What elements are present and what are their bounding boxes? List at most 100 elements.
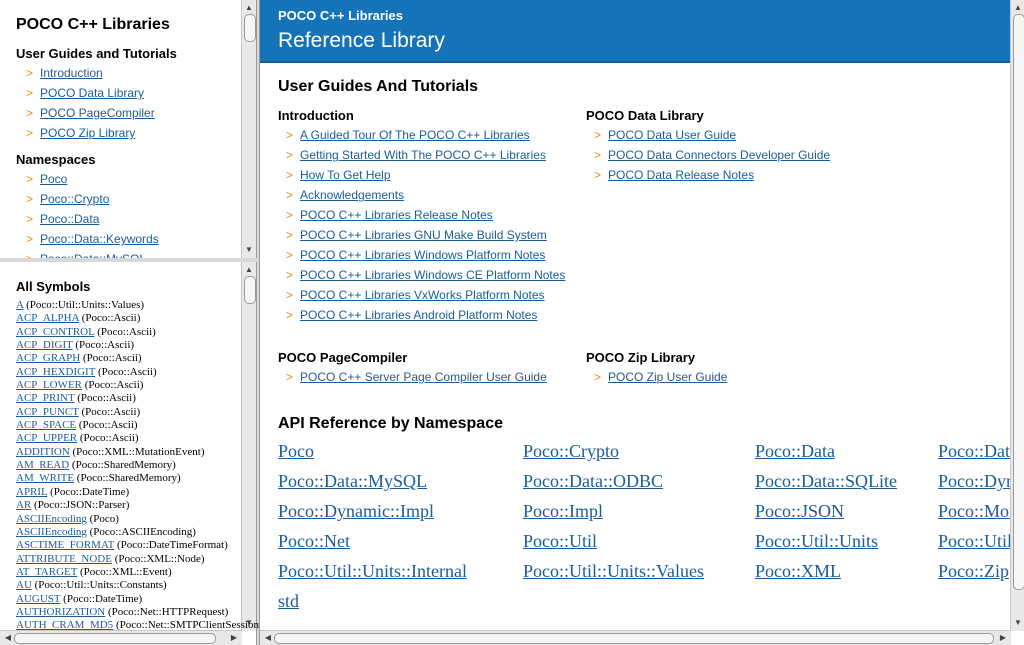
guide-link[interactable]: Introduction — [40, 66, 103, 80]
namespace-link[interactable]: std — [278, 591, 299, 612]
namespace-link[interactable]: Poco::Data — [755, 441, 835, 462]
data-doc-link[interactable]: POCO Data Release Notes — [608, 168, 754, 182]
guide-link[interactable]: POCO PageCompiler — [40, 106, 155, 120]
namespace-link[interactable]: Poco — [40, 172, 67, 186]
symbol-link[interactable]: A — [16, 299, 23, 311]
symbol-link[interactable]: AUTHORIZATION — [16, 606, 105, 618]
namespace-link[interactable]: Poco::JSON — [755, 501, 844, 522]
namespace-link[interactable]: Poco — [278, 441, 314, 462]
zip-doc-link[interactable]: POCO Zip User Guide — [608, 370, 727, 384]
data-doc-link[interactable]: POCO Data Connectors Developer Guide — [608, 148, 830, 162]
symbol-link[interactable]: ASCTIME_FORMAT — [16, 539, 114, 551]
chevron-right-icon: > — [594, 370, 602, 384]
symbol-scope: (Poco::Util::Units::Values) — [26, 299, 145, 311]
symbol-link[interactable]: ACP_DIGIT — [16, 339, 73, 351]
namespace-link[interactable]: Poco::Net — [278, 531, 350, 552]
symbol-link[interactable]: AUTH_CRAM_MD5 — [16, 619, 113, 631]
horizontal-scrollbar[interactable]: ◀ ▶ — [260, 630, 1011, 645]
symbol-row: ASCTIME_FORMAT (Poco::DateTimeFormat) — [16, 539, 263, 552]
symbol-link[interactable]: ACP_PUNCT — [16, 406, 79, 418]
namespace-link[interactable]: Poco::Crypto — [40, 192, 109, 206]
namespace-link[interactable]: Poco::Util — [523, 531, 597, 552]
symbol-link[interactable]: ACP_SPACE — [16, 419, 76, 431]
symbol-link[interactable]: ACP_UPPER — [16, 432, 77, 444]
symbol-link[interactable]: APRIL — [16, 486, 47, 498]
intro-doc-link[interactable]: POCO C++ Libraries GNU Make Build System — [300, 228, 547, 242]
namespace-link[interactable]: Poco::Dynamic::Impl — [278, 501, 434, 522]
scroll-right-icon[interactable]: ▶ — [228, 632, 240, 644]
symbol-link[interactable]: ACP_CONTROL — [16, 326, 94, 338]
symbol-link[interactable]: ACP_ALPHA — [16, 312, 79, 324]
main-frame[interactable]: POCO C++ Libraries Reference Library Use… — [259, 0, 1024, 645]
scrollbar-thumb[interactable] — [1013, 14, 1024, 590]
frame-title: POCO C++ Libraries — [16, 16, 170, 33]
symbol-scope: (Poco::Ascii) — [78, 419, 138, 432]
scroll-left-icon[interactable]: ◀ — [262, 632, 274, 644]
intro-doc-link[interactable]: How To Get Help — [300, 168, 391, 182]
intro-doc-link[interactable]: Getting Started With The POCO C++ Librar… — [300, 148, 546, 162]
symbol-link[interactable]: ACP_LOWER — [16, 379, 82, 391]
symbol-link[interactable]: AM_WRITE — [16, 472, 74, 484]
scrollbar-thumb[interactable] — [14, 633, 216, 644]
namespace-link[interactable]: Poco::Data::Keywords — [40, 232, 159, 246]
namespace-link[interactable]: Poco::Data::SQLite — [755, 471, 897, 492]
intro-doc-link[interactable]: Acknowledgements — [300, 188, 404, 202]
namespace-link[interactable]: Poco::Zip — [938, 561, 1009, 582]
scroll-down-icon[interactable]: ▼ — [243, 244, 255, 256]
zip-library-list: > POCO Zip User Guide — [594, 370, 727, 390]
symbol-link[interactable]: AR — [16, 499, 31, 511]
pagecompiler-doc-link[interactable]: POCO C++ Server Page Compiler User Guide — [300, 370, 547, 384]
chevron-right-icon: > — [286, 228, 294, 242]
intro-doc-link[interactable]: POCO C++ Libraries Windows Platform Note… — [300, 248, 545, 262]
symbol-link[interactable]: ADDITION — [16, 446, 70, 458]
intro-doc-link[interactable]: POCO C++ Libraries Release Notes — [300, 208, 493, 222]
guide-link[interactable]: POCO Data Library — [40, 86, 144, 100]
symbol-link[interactable]: AU — [16, 579, 32, 591]
chevron-right-icon: > — [286, 370, 294, 384]
scrollbar-thumb[interactable] — [274, 633, 994, 644]
intro-doc-link[interactable]: POCO C++ Libraries VxWorks Platform Note… — [300, 288, 545, 302]
symbol-link[interactable]: ASCIIEncoding — [16, 513, 87, 525]
namespace-link[interactable]: Poco::Util::Units::Internal — [278, 561, 467, 582]
packages-frame[interactable]: POCO C++ Libraries User Guides and Tutor… — [0, 0, 257, 258]
namespace-link[interactable]: Poco::Data::MySQL — [278, 471, 427, 492]
scroll-down-icon[interactable]: ▼ — [1012, 617, 1024, 629]
symbol-link[interactable]: ATTRIBUTE_NODE — [16, 553, 112, 565]
namespace-link[interactable]: Poco::Util::Units — [755, 531, 878, 552]
symbol-link[interactable]: ACP_HEXDIGIT — [16, 366, 95, 378]
intro-doc-link[interactable]: A Guided Tour Of The POCO C++ Libraries — [300, 128, 530, 142]
guides-heading: User Guides and Tutorials — [16, 46, 177, 61]
symbol-row: AU (Poco::Util::Units::Constants) — [16, 579, 263, 592]
namespace-link[interactable]: Poco::Util::Units::Values — [523, 561, 704, 582]
chevron-right-icon: > — [286, 308, 294, 322]
namespace-link[interactable]: Poco::Crypto — [523, 441, 619, 462]
symbol-link[interactable]: AUGUST — [16, 593, 60, 605]
scroll-left-icon[interactable]: ◀ — [2, 632, 14, 644]
vertical-scrollbar[interactable]: ▲ ▼ — [1010, 0, 1024, 631]
namespace-link[interactable]: Poco::Data::ODBC — [523, 471, 663, 492]
intro-doc-link[interactable]: POCO C++ Libraries Android Platform Note… — [300, 308, 537, 322]
symbol-link[interactable]: ACP_GRAPH — [16, 352, 80, 364]
chevron-right-icon: > — [286, 148, 294, 162]
symbol-link[interactable]: AT_TARGET — [16, 566, 77, 578]
scroll-right-icon[interactable]: ▶ — [997, 632, 1009, 644]
symbol-row: ACP_GRAPH (Poco::Ascii) — [16, 352, 263, 365]
vertical-scrollbar[interactable]: ▲ ▼ — [241, 0, 256, 258]
intro-doc-item: > Acknowledgements — [286, 188, 565, 208]
guide-link[interactable]: POCO Zip Library — [40, 126, 135, 140]
scroll-up-icon[interactable]: ▲ — [243, 264, 255, 276]
scroll-up-icon[interactable]: ▲ — [243, 2, 255, 14]
namespace-link[interactable]: Poco::Impl — [523, 501, 603, 522]
namespace-link[interactable]: Poco::Data — [40, 212, 99, 226]
symbol-row: AR (Poco::JSON::Parser) — [16, 499, 263, 512]
scrollbar-thumb[interactable] — [244, 14, 256, 42]
symbol-link[interactable]: AM_READ — [16, 459, 69, 471]
symbol-link[interactable]: ASCIIEncoding — [16, 526, 87, 538]
namespace-link[interactable]: Poco::Data::MySQL — [40, 252, 146, 258]
intro-doc-link[interactable]: POCO C++ Libraries Windows CE Platform N… — [300, 268, 565, 282]
symbols-list: A (Poco::Util::Units::Values) ACP_ALPHA (… — [16, 299, 263, 633]
scroll-up-icon[interactable]: ▲ — [1012, 2, 1024, 14]
data-doc-link[interactable]: POCO Data User Guide — [608, 128, 736, 142]
symbol-link[interactable]: ACP_PRINT — [16, 392, 74, 404]
namespace-link[interactable]: Poco::XML — [755, 561, 841, 582]
